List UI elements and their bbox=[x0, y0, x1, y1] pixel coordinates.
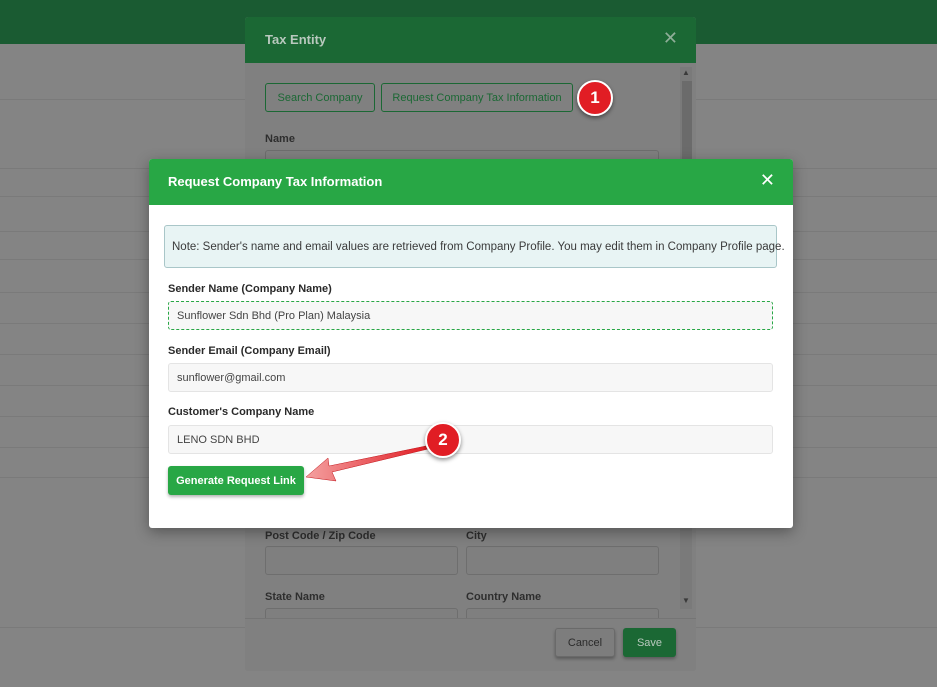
customer-company-name-input[interactable]: LENO SDN BHD bbox=[168, 425, 773, 454]
generate-request-link-button[interactable]: Generate Request Link bbox=[168, 466, 304, 495]
save-button[interactable]: Save bbox=[623, 628, 676, 657]
country-name-label: Country Name bbox=[466, 591, 542, 603]
state-name-label: State Name bbox=[265, 591, 325, 603]
request-company-tax-info-modal: Request Company Tax Information ✕ Note: … bbox=[149, 159, 793, 528]
sender-name-input[interactable]: Sunflower Sdn Bhd (Pro Plan) Malaysia bbox=[168, 301, 773, 330]
sender-name-label: Sender Name (Company Name) bbox=[168, 283, 332, 295]
name-label: Name bbox=[265, 133, 295, 145]
cancel-button[interactable]: Cancel bbox=[555, 628, 615, 657]
request-company-tax-info-button[interactable]: Request Company Tax Information bbox=[381, 83, 573, 112]
scroll-down-icon[interactable]: ▼ bbox=[682, 597, 690, 605]
sender-email-input[interactable]: sunflower@gmail.com bbox=[168, 363, 773, 392]
tax-entity-modal-header: Tax Entity ✕ bbox=[245, 17, 696, 63]
step-1-callout: 1 bbox=[577, 80, 613, 116]
close-icon[interactable]: ✕ bbox=[663, 29, 678, 47]
scroll-up-icon[interactable]: ▲ bbox=[682, 69, 690, 77]
customer-company-name-label: Customer's Company Name bbox=[168, 406, 315, 418]
request-modal-header: Request Company Tax Information ✕ bbox=[149, 159, 793, 205]
info-note: Note: Sender's name and email values are… bbox=[164, 225, 785, 268]
tax-entity-modal-footer: Cancel Save bbox=[245, 618, 696, 671]
post-code-label: Post Code / Zip Code bbox=[265, 530, 376, 542]
post-code-input[interactable] bbox=[265, 546, 458, 575]
sender-email-label: Sender Email (Company Email) bbox=[168, 345, 331, 357]
city-label: City bbox=[466, 530, 487, 542]
step-2-callout: 2 bbox=[425, 422, 461, 458]
close-icon[interactable]: ✕ bbox=[760, 171, 775, 189]
search-company-button[interactable]: Search Company bbox=[265, 83, 375, 112]
scrollbar-thumb[interactable] bbox=[682, 81, 692, 165]
tax-entity-modal-title: Tax Entity bbox=[265, 32, 327, 47]
request-modal-title: Request Company Tax Information bbox=[168, 174, 383, 189]
city-input[interactable] bbox=[466, 546, 659, 575]
